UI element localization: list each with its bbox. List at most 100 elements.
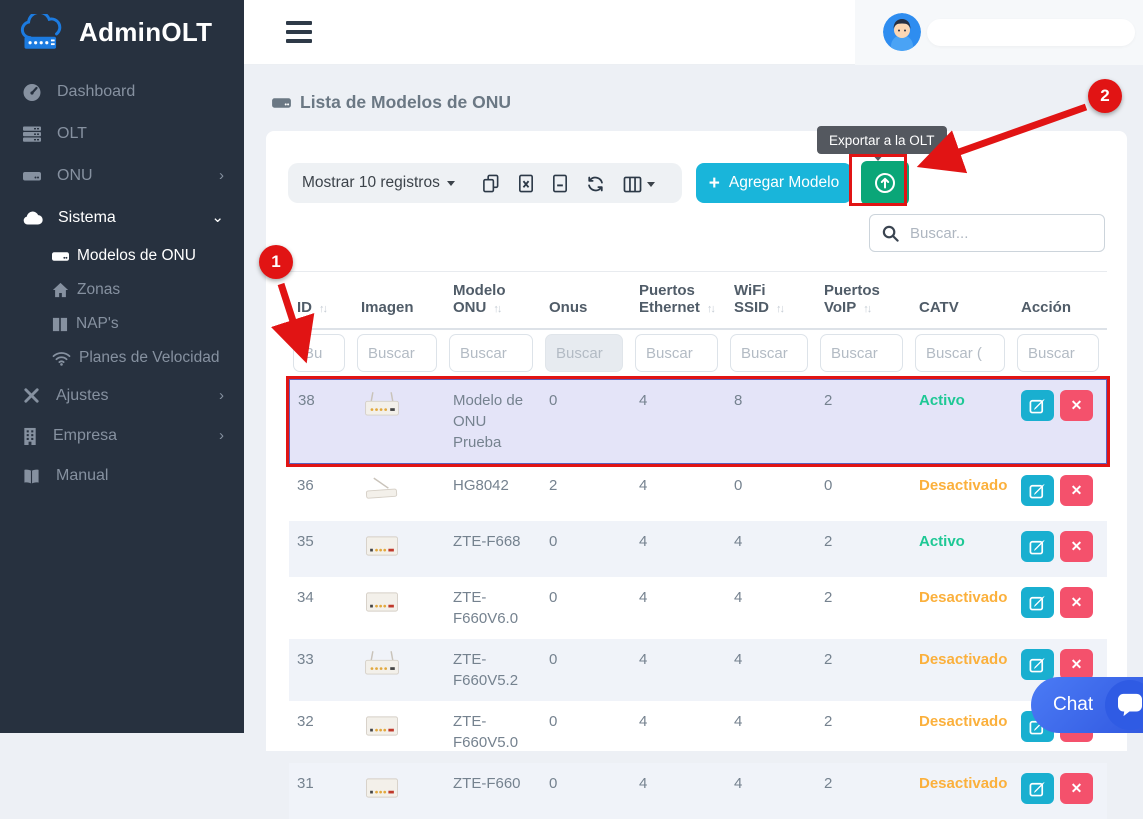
add-model-button[interactable]: + Agregar Modelo: [696, 163, 852, 203]
table-row: 35 ZTE-F668 0 4 4 2 Activo ✕: [289, 521, 1107, 577]
file-button[interactable]: [543, 169, 577, 198]
table-row: 36 HG8042 2 4 0 0 Desactivado ✕: [289, 464, 1107, 521]
sidebar-item-empresa[interactable]: Empresa›: [0, 416, 244, 456]
sidebar-item-onu[interactable]: ONU›: [0, 155, 244, 197]
app-title: AdminOLT: [79, 17, 212, 48]
delete-button[interactable]: ✕: [1060, 475, 1093, 506]
cell-onus: 0: [541, 577, 631, 639]
server-icon: [272, 95, 291, 111]
export-tooltip: Exportar a la OLT: [817, 126, 947, 154]
cell-id: 33: [289, 639, 353, 701]
cell-image: [353, 701, 445, 763]
sidebar-item-planes-de-velocidad[interactable]: Planes de Velocidad: [0, 341, 244, 375]
cell-actions: ✕: [1013, 577, 1107, 639]
sidebar-item-modelos-de-onu[interactable]: Modelos de ONU: [0, 239, 244, 273]
filter-input-4[interactable]: [635, 334, 718, 372]
column-header-wifi-ssid[interactable]: WiFi SSID↑↓: [726, 272, 816, 330]
column-label: Acción: [1021, 299, 1071, 316]
cell-voip: 2: [816, 577, 911, 639]
copy-button[interactable]: [473, 169, 509, 198]
status-badge: Activo: [919, 392, 965, 409]
export-to-olt-button[interactable]: [861, 161, 909, 205]
edit-button[interactable]: [1021, 531, 1054, 562]
table-body: 38 Modelo de ONU Prueba 0 4 8 2 Activo ✕…: [289, 379, 1107, 819]
sidebar-item-olt[interactable]: OLT: [0, 113, 244, 155]
filter-input-3[interactable]: [545, 334, 623, 372]
refresh-button[interactable]: [577, 170, 614, 198]
show-entries-dropdown[interactable]: Mostrar 10 registros: [302, 174, 455, 192]
filter-input-8[interactable]: [1017, 334, 1099, 372]
filter-input-2[interactable]: [449, 334, 533, 372]
edit-button[interactable]: [1021, 475, 1054, 506]
column-header-modelo-onu[interactable]: Modelo ONU↑↓: [445, 272, 541, 330]
column-header-puertos-voip[interactable]: Puertos VoIP↑↓: [816, 272, 911, 330]
edit-icon: [1029, 594, 1046, 611]
search-box[interactable]: [869, 214, 1105, 252]
sidebar-item-label: Zonas: [77, 281, 120, 299]
cell-catv: Desactivado: [911, 639, 1013, 701]
sidebar-item-label: Empresa: [53, 427, 117, 445]
delete-button[interactable]: ✕: [1060, 773, 1093, 804]
table-row: 34 ZTE-F660V6.0 0 4 4 2 Desactivado ✕: [289, 577, 1107, 639]
sidebar-item-zonas[interactable]: Zonas: [0, 273, 244, 307]
delete-button[interactable]: ✕: [1060, 649, 1093, 680]
filter-input-7[interactable]: [915, 334, 1005, 372]
delete-button[interactable]: ✕: [1060, 531, 1093, 562]
cell-model: HG8042: [445, 464, 541, 521]
delete-button[interactable]: ✕: [1060, 390, 1093, 421]
column-header-puertos-ethernet[interactable]: Puertos Ethernet ↑↓: [631, 272, 726, 330]
close-icon: ✕: [1071, 482, 1083, 499]
sidebar-item-ajustes[interactable]: Ajustes›: [0, 375, 244, 416]
edit-button[interactable]: [1021, 773, 1054, 804]
menu-toggle-icon[interactable]: [286, 21, 312, 43]
cell-wifi: 8: [726, 379, 816, 464]
cell-ethernet: 4: [631, 464, 726, 521]
filter-input-6[interactable]: [820, 334, 903, 372]
app-logo[interactable]: AdminOLT: [0, 0, 244, 65]
export-tooltip-text: Exportar a la OLT: [829, 133, 935, 148]
cell-onus: 0: [541, 701, 631, 763]
sidebar-item-nap-s[interactable]: NAP's: [0, 307, 244, 341]
filter-input-0[interactable]: [293, 334, 345, 372]
cell-onus: 0: [541, 521, 631, 577]
cell-actions: ✕: [1013, 763, 1107, 819]
delete-button[interactable]: ✕: [1060, 587, 1093, 618]
annotation-badge-2: 2: [1088, 79, 1122, 113]
edit-button[interactable]: [1021, 587, 1054, 618]
user-avatar[interactable]: [883, 13, 921, 51]
column-label: WiFi SSID: [734, 282, 769, 316]
status-badge: Desactivado: [919, 589, 1007, 606]
refresh-icon: [586, 175, 605, 193]
search-row: [288, 214, 1105, 252]
sidebar-item-label: NAP's: [76, 315, 119, 333]
edit-button[interactable]: [1021, 649, 1054, 680]
toolbar: Mostrar 10 registros + Agregar Modelo: [288, 161, 1105, 205]
edit-button[interactable]: [1021, 390, 1054, 421]
main-content: Lista de Modelos de ONU Mostrar 10 regis…: [244, 65, 1143, 733]
column-header-catv: CATV: [911, 272, 1013, 330]
sidebar: AdminOLT DashboardOLTONU›Sistema⌄Modelos…: [0, 0, 244, 733]
column-label: Imagen: [361, 299, 414, 316]
column-header-acci-n: Acción: [1013, 272, 1107, 330]
filter-input-5[interactable]: [730, 334, 808, 372]
cell-voip: 2: [816, 379, 911, 464]
sort-icons: ↑↓: [707, 303, 714, 315]
column-label: Puertos Ethernet: [639, 282, 700, 316]
chevron-right-icon: ›: [219, 171, 224, 181]
filter-input-1[interactable]: [357, 334, 437, 372]
sidebar-item-label: Planes de Velocidad: [79, 349, 219, 367]
excel-button[interactable]: [509, 169, 543, 198]
sidebar-item-dashboard[interactable]: Dashboard: [0, 71, 244, 113]
column-header-id[interactable]: ID↑↓: [289, 272, 353, 330]
cell-onus: 0: [541, 763, 631, 819]
sidebar-item-sistema[interactable]: Sistema⌄: [0, 197, 244, 239]
columns-button[interactable]: [614, 171, 664, 198]
olt-icon: [22, 124, 42, 144]
chat-launcher[interactable]: Chat: [1031, 677, 1143, 733]
sidebar-item-manual[interactable]: Manual: [0, 456, 244, 496]
user-name-redacted[interactable]: [927, 19, 1135, 46]
onu-image: [361, 711, 403, 747]
search-input[interactable]: [910, 225, 1109, 242]
page-title: Lista de Modelos de ONU: [272, 92, 1143, 113]
cell-catv: Desactivado: [911, 701, 1013, 763]
